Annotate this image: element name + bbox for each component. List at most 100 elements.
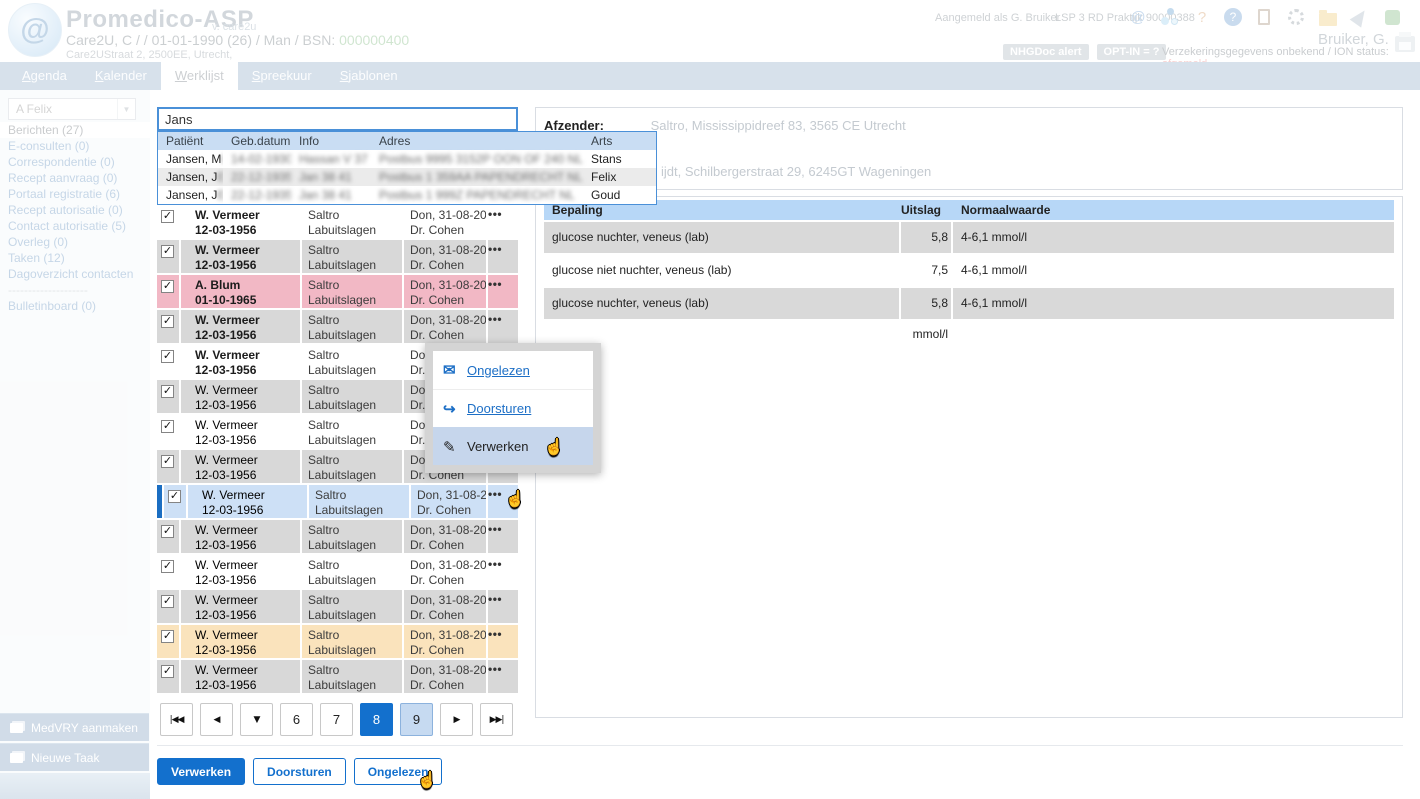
row-doctor: Dr. Cohen <box>410 293 486 308</box>
sidebar-item[interactable]: Recept autorisatie (0) <box>0 202 150 218</box>
printer-icon[interactable] <box>1395 36 1415 52</box>
row-checkbox[interactable]: ✓ <box>161 350 174 363</box>
context-menu-item[interactable]: Ongelezen <box>433 351 593 389</box>
folder-icon[interactable] <box>1318 7 1338 27</box>
row-menu-button[interactable]: ••• <box>488 660 518 693</box>
page-button[interactable]: ▼ <box>240 703 273 736</box>
nav-tab[interactable]: Kalender <box>81 62 161 90</box>
patient-suggestion-row[interactable]: Jansen, JE 22-12-1935 Jan 38 41 Postbus … <box>158 186 656 204</box>
page-button[interactable]: |◀◀ <box>160 703 193 736</box>
worklist-row[interactable]: ✓ W. Vermeer 12-03-1956 Saltro Labuitsla… <box>157 590 518 623</box>
lab-result-row[interactable]: glucose nuchter, veneus (lab) 5,8 mmol/l… <box>544 222 1394 253</box>
patient-suggestion-row[interactable]: Jansen, JE 22-12-1935 Jan 38 41 Postbus … <box>158 168 656 186</box>
row-checkbox[interactable]: ✓ <box>161 420 174 433</box>
row-menu-button[interactable]: ••• <box>488 625 518 658</box>
rocket-icon[interactable] <box>1350 7 1370 27</box>
worklist-row[interactable]: ✓ W. Vermeer 12-03-1956 Saltro Labuitsla… <box>157 310 518 343</box>
nav-tab[interactable]: Sjablonen <box>326 62 412 90</box>
worklist-row[interactable]: ✓ W. Vermeer 12-03-1956 Saltro Labuitsla… <box>157 625 518 658</box>
plugin-icon[interactable] <box>1382 7 1402 27</box>
help-icon[interactable]: ? <box>1224 8 1242 26</box>
molecule-icon[interactable] <box>1160 7 1180 27</box>
row-menu-button[interactable]: ••• <box>488 555 518 588</box>
suggestion-address: Postbus 1 999Z PAPENDRECHT NL <box>371 186 583 204</box>
row-menu-button[interactable]: ••• <box>488 590 518 623</box>
suggestion-arts: Felix <box>583 168 656 186</box>
row-menu-button[interactable]: ••• <box>488 310 518 343</box>
row-checkbox[interactable]: ✓ <box>161 665 174 678</box>
sidebar-item[interactable]: Overleg (0) <box>0 234 150 250</box>
row-type: Labuitslagen <box>308 223 402 238</box>
row-checkbox[interactable]: ✓ <box>161 560 174 573</box>
header-icon-bar: @ ? ? <box>1128 6 1402 28</box>
worklist-row[interactable]: ✓ W. Vermeer 12-03-1956 Saltro Labuitsla… <box>157 660 518 693</box>
worklist-row[interactable]: ✓ W. Vermeer 12-03-1956 Saltro Labuitsla… <box>157 520 518 553</box>
row-checkbox[interactable]: ✓ <box>161 595 174 608</box>
nav-tab[interactable]: Werklijst <box>161 62 238 90</box>
row-patient-dob: 12-03-1956 <box>195 538 300 553</box>
lab-result-row[interactable]: glucose niet nuchter, veneus (lab) 7,5 m… <box>544 255 1394 286</box>
at-icon[interactable]: @ <box>1128 7 1148 27</box>
page-button[interactable]: ▶▶| <box>480 703 513 736</box>
sidebar-item[interactable]: Correspondentie (0) <box>0 154 150 170</box>
worklist-row[interactable]: ✓ W. Vermeer 12-03-1956 Saltro Labuitsla… <box>157 485 518 518</box>
row-checkbox[interactable]: ✓ <box>161 385 174 398</box>
worklist-row[interactable]: ✓ A. Blum 01-10-1965 Saltro Labuitslagen… <box>157 275 518 308</box>
sidebar-item[interactable]: Portaal registratie (6) <box>0 186 150 202</box>
row-menu-button[interactable]: ••• <box>488 275 518 308</box>
worklist-row[interactable]: ✓ W. Vermeer 12-03-1956 Saltro Labuitsla… <box>157 205 518 238</box>
lab-uitslag: 5,8 mmol/l <box>901 222 951 253</box>
row-checkbox[interactable]: ✓ <box>161 455 174 468</box>
sidebar-item[interactable]: E-consulten (0) <box>0 138 150 154</box>
sidebar-item[interactable]: Taken (12) <box>0 250 150 266</box>
logout-door-icon[interactable] <box>1254 7 1274 27</box>
row-patient-cell: W. Vermeer 12-03-1956 <box>181 450 300 483</box>
row-type: Labuitslagen <box>308 258 402 273</box>
row-checkbox[interactable]: ✓ <box>161 245 174 258</box>
lab-result-row[interactable]: glucose nuchter, veneus (lab) 5,8 mmol/l… <box>544 288 1394 319</box>
page-button[interactable]: 9 <box>400 703 433 736</box>
context-menu-item[interactable]: Verwerken ☝ <box>433 427 593 465</box>
row-menu-button[interactable]: ••• <box>488 205 518 238</box>
nav-tab[interactable]: Spreekuur <box>238 62 326 90</box>
action-button[interactable]: Verwerken <box>157 758 245 785</box>
page-button[interactable]: 6 <box>280 703 313 736</box>
nieuwe-taak-button[interactable]: Nieuwe Taak <box>0 743 149 771</box>
row-doctor: Dr. Cohen <box>410 223 486 238</box>
row-checkbox[interactable]: ✓ <box>168 490 181 503</box>
gear-icon[interactable] <box>1286 7 1306 27</box>
row-checkbox[interactable]: ✓ <box>161 280 174 293</box>
patient-suggestion-row[interactable]: Jansen, Ml. 14-02-1930 Hassan V 37 Postb… <box>158 150 656 168</box>
page-button[interactable]: 7 <box>320 703 353 736</box>
row-checkbox[interactable]: ✓ <box>161 630 174 643</box>
action-button[interactable]: Doorsturen <box>253 758 346 785</box>
worklist-row[interactable]: ✓ W. Vermeer 12-03-1956 Saltro Labuitsla… <box>157 240 518 273</box>
user-question-icon[interactable]: ? <box>1192 7 1212 27</box>
row-checkbox-cell: ✓ <box>157 275 179 308</box>
row-org: Saltro <box>308 313 402 328</box>
sidebar-item[interactable]: Berichten (27) <box>0 122 150 138</box>
medvry-aanmaken-button[interactable]: MedVRY aanmaken <box>0 713 149 741</box>
lab-normaalwaarde: 4-6,1 mmol/l <box>953 222 1394 253</box>
sidebar-item[interactable]: Dagoverzicht contacten <box>0 266 150 282</box>
row-checkbox[interactable]: ✓ <box>161 210 174 223</box>
sidebar-item[interactable]: Bulletinboard (0) <box>0 298 150 314</box>
row-patient-dob: 12-03-1956 <box>195 363 300 378</box>
page-button[interactable]: 8 <box>360 703 393 736</box>
lab-results-panel: Bepaling Uitslag Normaalwaarde glucose n… <box>535 196 1403 718</box>
page-button[interactable]: ◀ <box>200 703 233 736</box>
worklist-row[interactable]: ✓ W. Vermeer 12-03-1956 Saltro Labuitsla… <box>157 555 518 588</box>
patient-demographics: Care2U, C / / 01-01-1990 (26) / Man / BS… <box>66 32 335 48</box>
page-button[interactable]: ▶ <box>440 703 473 736</box>
sidebar-item[interactable]: Recept aanvraag (0) <box>0 170 150 186</box>
nav-tab[interactable]: Agenda <box>8 62 81 90</box>
row-menu-button[interactable]: ••• <box>488 240 518 273</box>
sidebar-item[interactable]: Contact autorisatie (5) <box>0 218 150 234</box>
sidebar-item[interactable]: -------------------- <box>0 282 150 298</box>
doctor-filter-select[interactable]: A Felix ▼ <box>8 98 136 120</box>
patient-search-input[interactable] <box>157 107 518 131</box>
row-checkbox[interactable]: ✓ <box>161 315 174 328</box>
context-menu-item[interactable]: Doorsturen <box>433 389 593 427</box>
row-menu-button[interactable]: ••• <box>488 520 518 553</box>
row-checkbox[interactable]: ✓ <box>161 525 174 538</box>
